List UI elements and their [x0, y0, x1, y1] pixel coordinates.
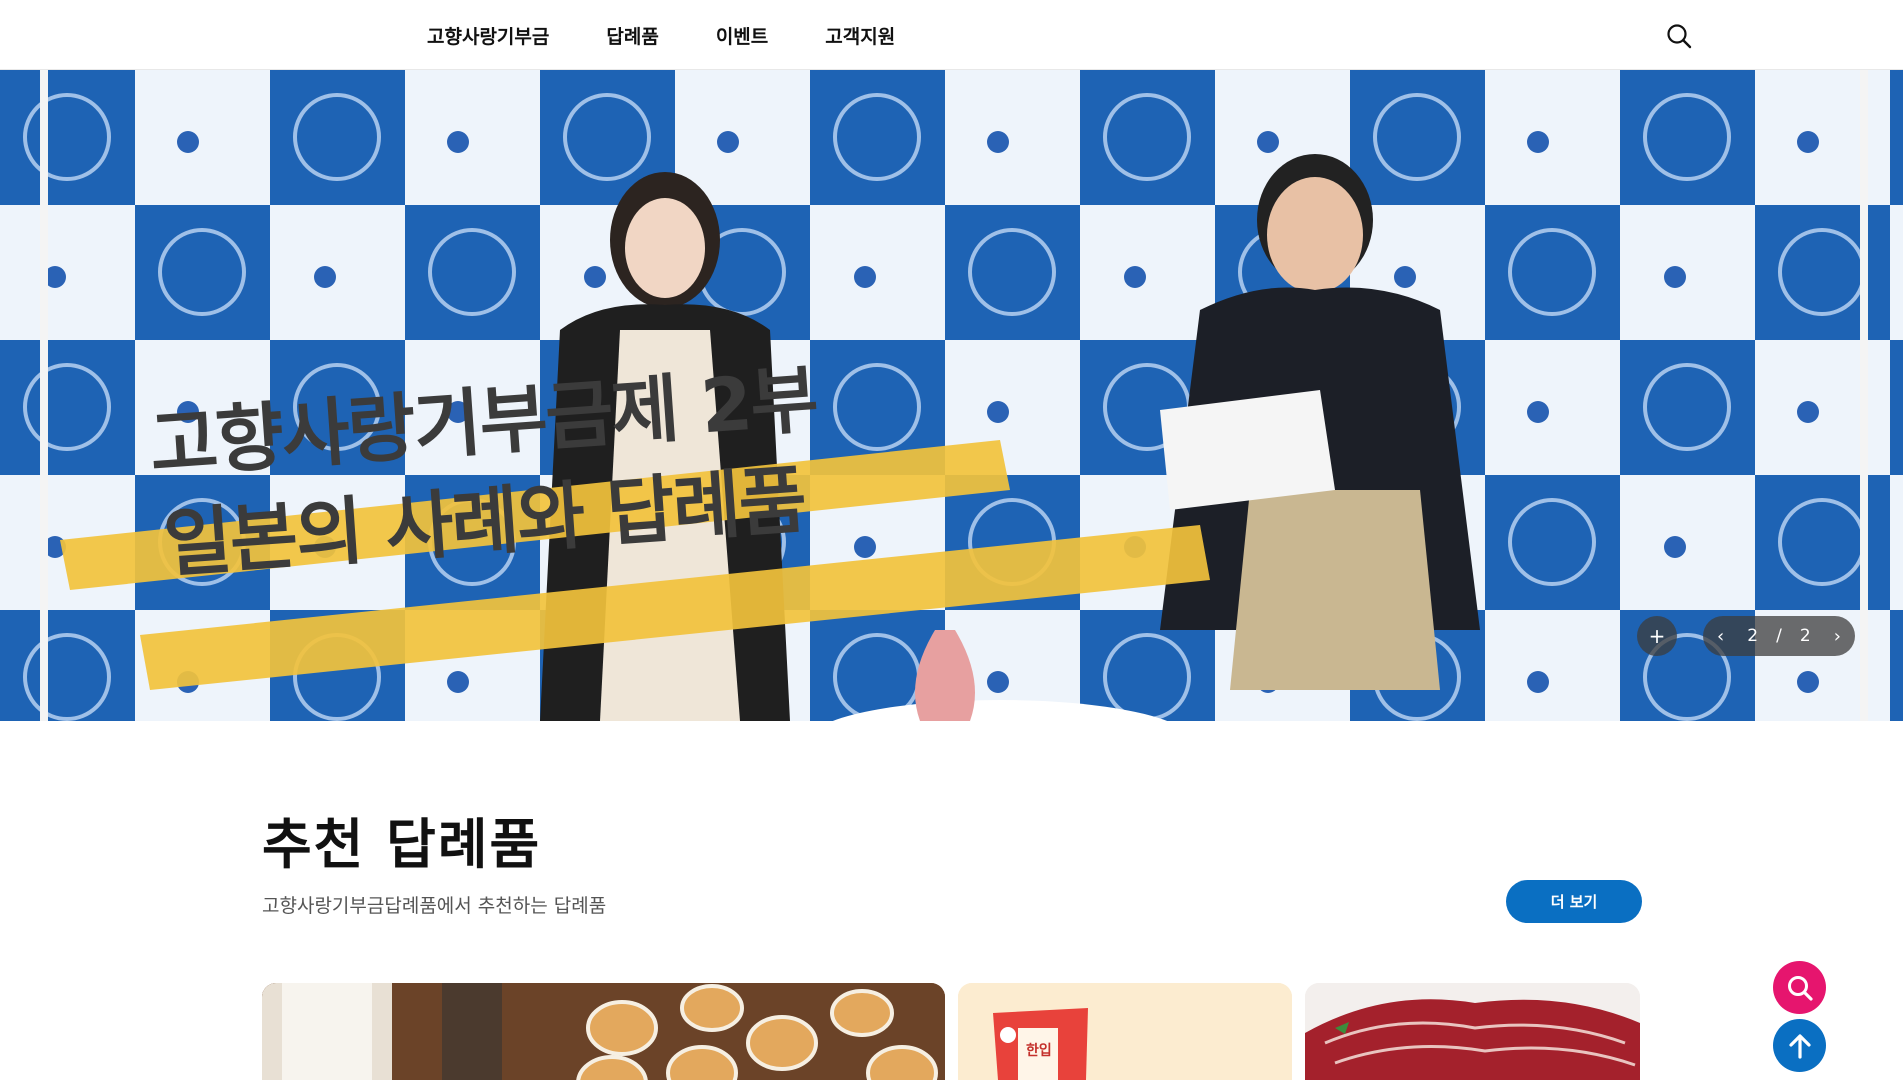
arrow-up-icon	[1788, 1033, 1811, 1059]
pager-current: 2	[1747, 626, 1759, 646]
beef-product-image	[1305, 983, 1640, 1080]
bread-product-image	[262, 983, 945, 1080]
product-card-package[interactable]: 한입	[958, 983, 1292, 1080]
section-subtitle: 고향사랑기부금답례품에서 추천하는 답례품	[262, 895, 607, 917]
chevron-left-icon[interactable]: ‹	[1717, 626, 1724, 647]
chevron-right-icon[interactable]: ›	[1834, 626, 1841, 647]
search-icon	[1787, 975, 1813, 1001]
more-button[interactable]: 더 보기	[1506, 880, 1642, 923]
section-title: 추천 답례품	[262, 813, 542, 876]
floating-search-button[interactable]	[1773, 961, 1826, 1014]
hero-caption: 고향사랑기부금제 2부 일본의 사례와 답례품	[147, 357, 819, 591]
hero-banner[interactable]: 고향사랑기부금제 2부 일본의 사례와 답례품 + ‹ 2 / 2 ›	[0, 70, 1903, 721]
hero-pager: ‹ 2 / 2 ›	[1703, 616, 1855, 656]
product-card-bread[interactable]	[262, 983, 945, 1080]
package-text: 한입	[1026, 1043, 1052, 1059]
nav-item-gifts[interactable]: 답례품	[606, 22, 658, 49]
nav-item-support[interactable]: 고객지원	[825, 22, 895, 49]
product-card-beef[interactable]	[1305, 983, 1640, 1080]
nav-item-donation[interactable]: 고향사랑기부금	[427, 22, 549, 49]
main-nav: 고향사랑기부금 답례품 이벤트 고객지원	[427, 22, 895, 49]
nav-item-events[interactable]: 이벤트	[716, 22, 768, 49]
search-icon[interactable]	[1665, 22, 1693, 50]
site-header: 고향사랑기부금 답례품 이벤트 고객지원	[0, 0, 1903, 70]
hero-expand-button[interactable]: +	[1637, 616, 1677, 656]
packaged-product-image: 한입	[958, 983, 1292, 1080]
hero-slide-edge-left	[40, 70, 48, 721]
pager-count: 2 / 2	[1747, 626, 1810, 646]
pager-total: 2	[1799, 626, 1811, 646]
hero-slide-edge-right	[1860, 70, 1868, 721]
pager-separator: /	[1776, 626, 1782, 646]
scroll-top-button[interactable]	[1773, 1019, 1826, 1072]
